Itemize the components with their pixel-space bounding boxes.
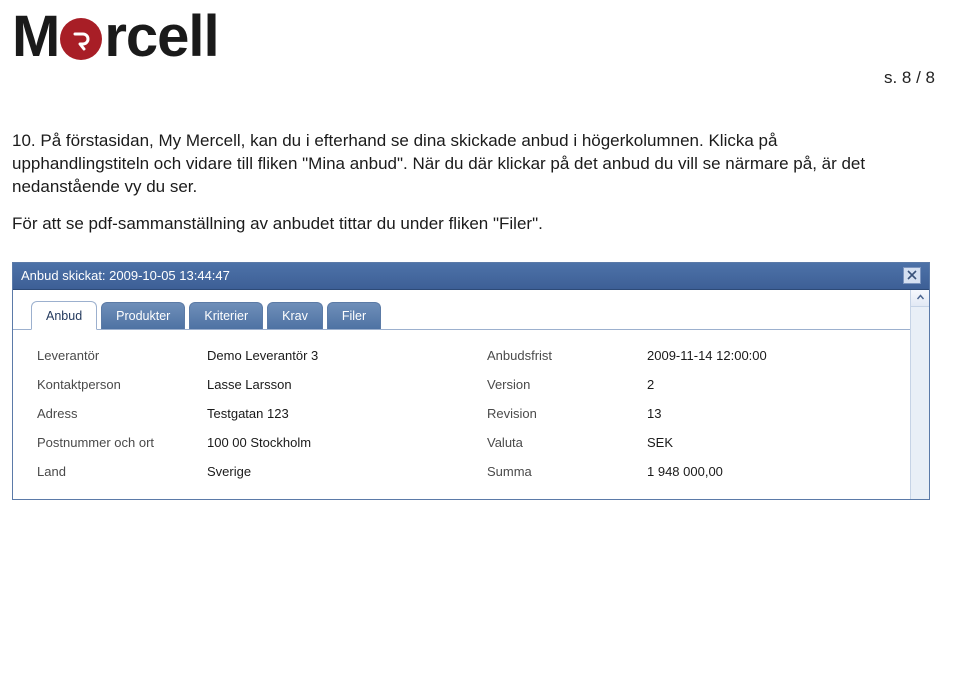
field-value: 100 00 Stockholm: [207, 435, 467, 450]
field-value: SEK: [647, 435, 847, 450]
tab-strip: Anbud Produkter Kriterier Krav Filer: [13, 290, 910, 330]
scroll-up-button[interactable]: [911, 290, 929, 307]
field-label: Land: [37, 464, 187, 479]
field-label: Kontaktperson: [37, 377, 187, 392]
page-number: s. 8 / 8: [884, 68, 935, 88]
tab-anbud[interactable]: Anbud: [31, 301, 97, 330]
field-value: Sverige: [207, 464, 467, 479]
bid-window: Anbud skickat: 2009-10-05 13:44:47 Anbud…: [12, 262, 930, 500]
field-label: Summa: [487, 464, 627, 479]
field-label: Revision: [487, 406, 627, 421]
field-value: 2: [647, 377, 847, 392]
brand-logo: M rcell: [12, 8, 219, 66]
field-value: Demo Leverantör 3: [207, 348, 467, 363]
field-label: Adress: [37, 406, 187, 421]
field-value: 2009-11-14 12:00:00: [647, 348, 847, 363]
field-label: Valuta: [487, 435, 627, 450]
field-label: Leverantör: [37, 348, 187, 363]
field-label: Anbudsfrist: [487, 348, 627, 363]
field-value: Lasse Larsson: [207, 377, 467, 392]
field-value: 13: [647, 406, 847, 421]
chevron-up-icon: [916, 293, 925, 302]
tab-produkter[interactable]: Produkter: [101, 302, 185, 329]
field-label: Postnummer och ort: [37, 435, 187, 450]
tab-filer[interactable]: Filer: [327, 302, 381, 329]
bid-details: Leverantör Demo Leverantör 3 Anbudsfrist…: [13, 330, 910, 499]
field-value: 1 948 000,00: [647, 464, 847, 479]
instruction-text: 10. På förstasidan, My Mercell, kan du i…: [12, 130, 882, 236]
tab-krav[interactable]: Krav: [267, 302, 323, 329]
tab-kriterier[interactable]: Kriterier: [189, 302, 263, 329]
scrollbar[interactable]: [910, 290, 929, 499]
bid-window-titlebar: Anbud skickat: 2009-10-05 13:44:47: [13, 263, 929, 290]
field-label: Version: [487, 377, 627, 392]
close-icon: [906, 269, 918, 281]
bid-window-title: Anbud skickat: 2009-10-05 13:44:47: [21, 268, 230, 283]
field-value: Testgatan 123: [207, 406, 467, 421]
close-button[interactable]: [903, 267, 921, 284]
logo-icon: [60, 18, 102, 60]
